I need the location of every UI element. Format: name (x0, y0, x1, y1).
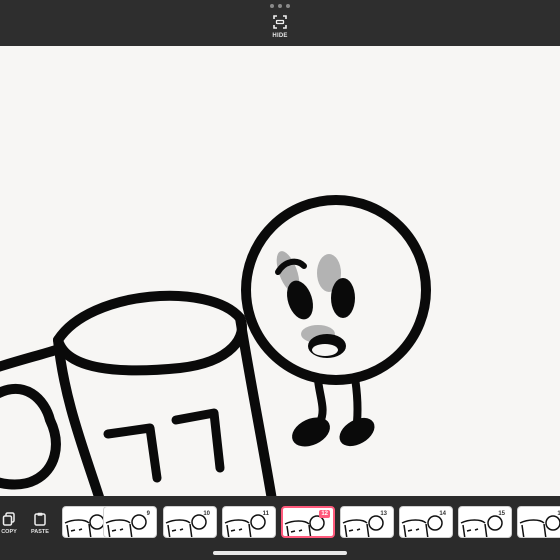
paste-label: PASTE (31, 529, 49, 535)
frame-strip[interactable]: 8 9 10 11 12 13 14 15 (62, 506, 560, 540)
frame-number: 13 (380, 511, 387, 517)
frame-thumbnail[interactable]: 16 (517, 506, 560, 538)
frame-number: 10 (203, 511, 210, 517)
frame-number: 12 (319, 510, 330, 518)
hide-icon (273, 15, 287, 29)
home-indicator[interactable] (213, 551, 347, 555)
paste-icon (34, 512, 46, 526)
frame-thumbnail[interactable]: 11 (222, 506, 276, 538)
drawing-canvas[interactable] (0, 46, 560, 496)
frame-number: 14 (439, 511, 446, 517)
frame-number: 9 (146, 511, 150, 517)
frame-number: 11 (262, 511, 269, 517)
frame-thumbnail[interactable]: 9 (103, 506, 157, 538)
hide-button[interactable]: HIDE (262, 14, 298, 44)
animation-drawing (0, 195, 431, 496)
copy-button[interactable]: COPY (0, 512, 23, 535)
frame-thumbnail[interactable]: 10 (163, 506, 217, 538)
frame-thumbnail[interactable]: 15 (458, 506, 512, 538)
frame-thumbnail[interactable]: 13 (340, 506, 394, 538)
paste-button[interactable]: PASTE (26, 512, 54, 535)
copy-icon (2, 512, 15, 526)
more-dots-handle[interactable] (270, 4, 290, 9)
hide-label: HIDE (272, 33, 288, 39)
frame-preview (519, 515, 560, 537)
copy-label: COPY (1, 529, 17, 535)
frame-number: 15 (498, 511, 505, 517)
frame-thumbnail-active[interactable]: 12 (281, 506, 335, 538)
frame-timeline: COPY PASTE 8 9 10 11 12 13 (0, 496, 560, 560)
top-toolbar: HIDE (0, 0, 560, 46)
frame-thumbnail[interactable]: 14 (399, 506, 453, 538)
